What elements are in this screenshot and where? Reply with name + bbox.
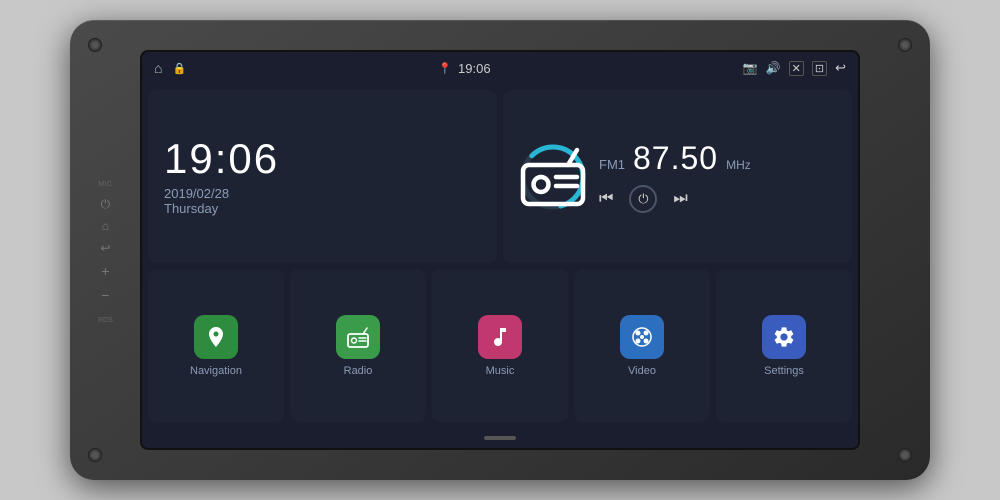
video-label: Video bbox=[628, 365, 656, 377]
home-button[interactable]: ⌂ bbox=[98, 220, 113, 232]
lock-icon: 🔒 bbox=[172, 62, 186, 75]
app-settings[interactable]: Settings bbox=[716, 269, 852, 422]
status-right: 📷 🔊 ✕ ⊡ ↩ bbox=[743, 60, 846, 76]
main-screen: ⌂ 🔒 📍 19:06 📷 🔊 ✕ ⊡ ↩ 19:06 2019/02/28 bbox=[140, 50, 860, 450]
radio-label: Radio bbox=[344, 365, 373, 377]
music-label: Music bbox=[486, 365, 515, 377]
navigation-icon bbox=[194, 315, 238, 359]
camera-icon[interactable]: 📷 bbox=[743, 61, 758, 75]
rds-label: RDS bbox=[98, 312, 113, 324]
app-grid: Navigation Radio bbox=[148, 269, 852, 422]
clock-time: 19:06 bbox=[164, 138, 481, 180]
volume-icon[interactable]: 🔊 bbox=[766, 61, 781, 75]
radio-band: FM1 bbox=[599, 157, 625, 172]
vol-down-button[interactable]: − bbox=[98, 288, 113, 302]
vol-up-button[interactable]: + bbox=[98, 264, 113, 278]
radio-arc[interactable] bbox=[517, 141, 589, 213]
back-button[interactable]: ↩ bbox=[98, 242, 113, 254]
screw-br bbox=[898, 448, 912, 462]
settings-label: Settings bbox=[764, 365, 804, 377]
clock-date: 2019/02/28 Thursday bbox=[164, 186, 481, 216]
app-navigation[interactable]: Navigation bbox=[148, 269, 284, 422]
window-icon[interactable]: ⊡ bbox=[812, 61, 827, 76]
power-button[interactable]: ⏻ bbox=[98, 198, 113, 210]
status-left: ⌂ 🔒 bbox=[154, 60, 186, 76]
radio-frequency: 87.50 bbox=[633, 140, 718, 177]
bottom-indicator bbox=[484, 436, 516, 440]
navigation-label: Navigation bbox=[190, 365, 242, 377]
radio-unit: MHz bbox=[726, 158, 751, 172]
power-toggle-button[interactable]: ⏻ bbox=[629, 185, 657, 213]
prev-track-button[interactable]: ⏮ bbox=[599, 190, 613, 208]
status-time: 19:06 bbox=[458, 61, 491, 76]
next-track-button[interactable]: ⏭ bbox=[673, 190, 687, 208]
radio-card: FM1 87.50 MHz ⏮ ⏻ ⏭ bbox=[503, 90, 852, 263]
screw-tr bbox=[898, 38, 912, 52]
music-icon bbox=[478, 315, 522, 359]
app-music[interactable]: Music bbox=[432, 269, 568, 422]
main-content: 19:06 2019/02/28 Thursday bbox=[142, 84, 858, 428]
app-video[interactable]: Video bbox=[574, 269, 710, 422]
radio-controls: ⏮ ⏻ ⏭ bbox=[599, 185, 838, 213]
device-body: MIC ⏻ ⌂ ↩ + − RDS ⌂ 🔒 📍 19:06 📷 🔊 ✕ bbox=[70, 20, 930, 480]
home-icon[interactable]: ⌂ bbox=[154, 60, 162, 76]
status-center: 📍 19:06 bbox=[438, 61, 490, 76]
close-icon[interactable]: ✕ bbox=[789, 61, 804, 76]
left-physical-buttons: MIC ⏻ ⌂ ↩ + − RDS bbox=[98, 176, 113, 324]
video-icon bbox=[620, 315, 664, 359]
bottom-bar bbox=[142, 428, 858, 448]
screw-bl bbox=[88, 448, 102, 462]
settings-icon bbox=[762, 315, 806, 359]
clock-card: 19:06 2019/02/28 Thursday bbox=[148, 90, 497, 263]
screw-tl bbox=[88, 38, 102, 52]
radio-center-icon bbox=[517, 138, 589, 216]
mic-label: MIC bbox=[98, 176, 113, 188]
radio-app-icon bbox=[336, 315, 380, 359]
radio-info: FM1 87.50 MHz ⏮ ⏻ ⏭ bbox=[599, 140, 838, 213]
app-radio[interactable]: Radio bbox=[290, 269, 426, 422]
status-bar: ⌂ 🔒 📍 19:06 📷 🔊 ✕ ⊡ ↩ bbox=[142, 52, 858, 84]
back-nav-icon[interactable]: ↩ bbox=[835, 60, 846, 76]
location-icon: 📍 bbox=[438, 62, 452, 75]
